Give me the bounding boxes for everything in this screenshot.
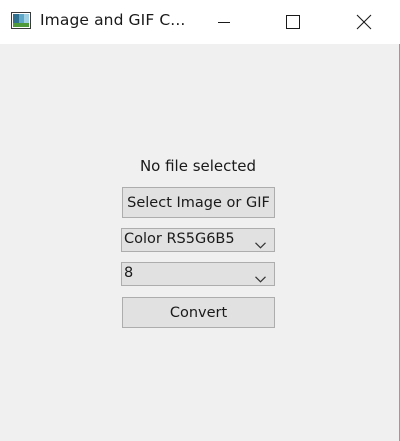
chevron-down-icon xyxy=(255,271,266,287)
close-icon xyxy=(356,14,372,30)
window-title: Image and GIF C... xyxy=(40,11,186,29)
bit-depth-select[interactable]: 8 xyxy=(121,262,275,286)
minimize-icon xyxy=(216,14,232,30)
color-format-select[interactable]: Color RS5G6B5 xyxy=(121,228,275,252)
app-window: Image and GIF C... No file selected Sele… xyxy=(0,0,400,441)
close-button[interactable] xyxy=(341,0,387,44)
color-format-value: Color RS5G6B5 xyxy=(124,231,235,247)
file-status-label: No file selected xyxy=(139,157,257,175)
convert-button[interactable]: Convert xyxy=(122,297,275,328)
bit-depth-value: 8 xyxy=(124,265,134,281)
app-icon xyxy=(11,12,31,29)
maximize-button[interactable] xyxy=(270,0,316,44)
minimize-button[interactable] xyxy=(201,0,247,44)
chevron-down-icon xyxy=(255,237,266,253)
select-file-button[interactable]: Select Image or GIF xyxy=(122,187,275,218)
maximize-icon xyxy=(285,14,301,30)
title-bar[interactable]: Image and GIF C... xyxy=(0,0,400,44)
